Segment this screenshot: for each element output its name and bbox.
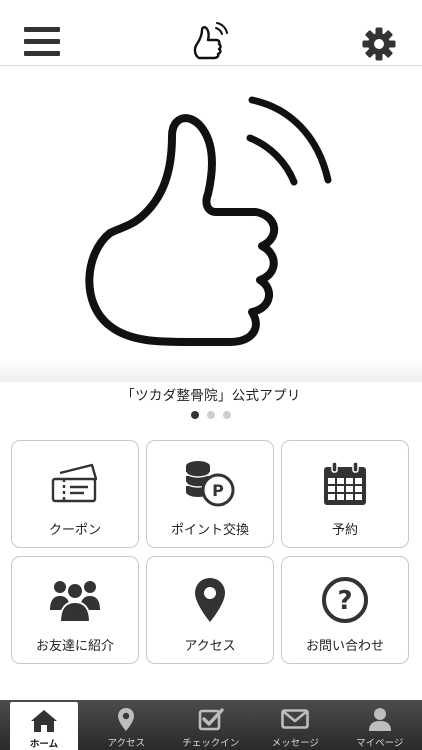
ticket-icon [50, 459, 100, 509]
gear-icon[interactable] [361, 26, 397, 62]
tab-label: マイページ [356, 738, 404, 749]
inquiry-tile[interactable]: ? お問い合わせ [281, 556, 409, 664]
tile-label: お問い合わせ [305, 639, 384, 654]
slider-dot[interactable] [223, 411, 231, 419]
point-exchange-tile[interactable]: P ポイント交換 [146, 440, 274, 548]
coins-points-icon: P [184, 459, 236, 509]
hamburger-menu-icon[interactable] [24, 27, 60, 59]
thumbs-up-wave-icon [85, 96, 332, 346]
group-people-icon [50, 575, 100, 625]
tab-label: チェックイン [182, 738, 240, 749]
user-icon [368, 706, 392, 732]
tile-label: お友達に紹介 [35, 639, 114, 654]
tile-label: アクセス [184, 639, 236, 654]
tab-checkin[interactable]: チェックイン [169, 700, 254, 750]
bottom-tab-bar: ホーム アクセス チェックイン メッセージ マイページ [0, 700, 422, 750]
menu-grid: クーポン P ポイント交換 予約 お友達に紹介 アクセス ? お問い合わせ [11, 440, 411, 664]
app-screen: 「ツカダ整骨院」公式アプリ クーポン P ポイント交換 予約 お友達に紹介 アク… [0, 0, 422, 750]
tab-home[interactable]: ホーム [10, 702, 78, 750]
map-pin-icon [194, 575, 226, 625]
banner-slider[interactable] [0, 66, 422, 382]
slider-pagination [0, 411, 422, 419]
tab-mypage[interactable]: マイページ [338, 700, 422, 750]
svg-text:?: ? [337, 586, 352, 616]
tile-label: クーポン [48, 523, 101, 538]
tile-label: 予約 [331, 523, 358, 538]
refer-friend-tile[interactable]: お友達に紹介 [11, 556, 139, 664]
banner-caption: 「ツカダ整骨院」公式アプリ [121, 388, 301, 404]
tab-label: メッセージ [271, 738, 319, 749]
access-tile[interactable]: アクセス [146, 556, 274, 664]
calendar-icon [322, 459, 368, 509]
tab-message[interactable]: メッセージ [253, 700, 338, 750]
tile-label: ポイント交換 [170, 523, 249, 538]
envelope-icon [281, 706, 310, 732]
app-header [0, 0, 422, 66]
reservation-tile[interactable]: 予約 [281, 440, 409, 548]
tab-access[interactable]: アクセス [84, 700, 169, 750]
question-circle-icon: ? [321, 575, 369, 625]
tab-label: ホーム [29, 739, 59, 750]
slider-dot[interactable] [207, 411, 215, 419]
slider-dot-active[interactable] [191, 411, 199, 419]
map-pin-icon [117, 706, 135, 732]
coupon-tile[interactable]: クーポン [11, 440, 139, 548]
tab-label: アクセス [107, 738, 146, 749]
home-icon [30, 708, 58, 733]
checkbox-icon [198, 706, 224, 732]
thumbs-up-logo-icon [188, 22, 234, 62]
svg-text:P: P [212, 481, 224, 500]
